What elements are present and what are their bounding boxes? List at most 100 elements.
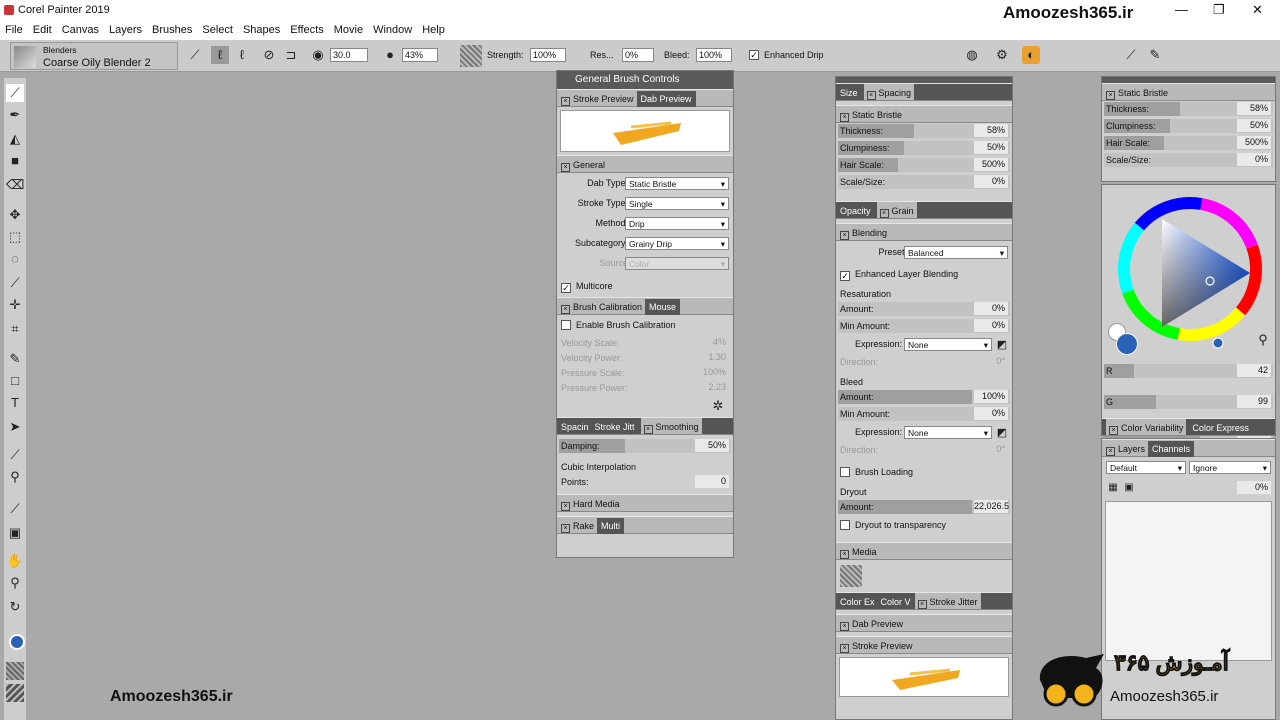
- red-slider[interactable]: R 42: [1102, 363, 1275, 378]
- enable-calibration-checkbox[interactable]: [561, 320, 571, 330]
- dryout-amount-slider[interactable]: Amount: 22,026.5: [836, 499, 1012, 516]
- preview-section-header[interactable]: × Stroke Preview Dab Preview: [557, 89, 733, 107]
- hair-scale-slider[interactable]: Hair Scale: 500%: [836, 157, 1012, 174]
- channels-tab[interactable]: Channels: [1148, 441, 1195, 457]
- stamp-color-icon[interactable]: ⚲: [1254, 331, 1272, 349]
- menu-edit[interactable]: Edit: [28, 22, 57, 36]
- maximize-button[interactable]: ❐: [1213, 2, 1225, 18]
- scale-size-value[interactable]: 0%: [974, 175, 1008, 188]
- clumpiness-value[interactable]: 50%: [974, 141, 1008, 154]
- damping-slider[interactable]: Damping: 50%: [557, 438, 733, 454]
- rectangle-icon[interactable]: ■: [6, 152, 24, 170]
- color-variability-tab[interactable]: Color V: [881, 597, 911, 607]
- menu-select[interactable]: Select: [197, 22, 238, 36]
- blend-mode-select[interactable]: Default: [1106, 461, 1186, 474]
- transform-icon[interactable]: ✛: [6, 296, 24, 314]
- hair-scale-value[interactable]: 500%: [1237, 136, 1271, 149]
- invert-icon[interactable]: ◩: [993, 336, 1011, 354]
- smoothing-section-header[interactable]: Spacin Stroke Jitt × Smoothing: [557, 417, 733, 435]
- bleed-amount-value[interactable]: 100%: [974, 390, 1008, 403]
- size-spacing-header[interactable]: Size × Spacing: [836, 83, 1012, 101]
- smoothing-tab[interactable]: × Smoothing: [640, 418, 702, 434]
- resat-amount-slider[interactable]: Amount: 0%: [836, 301, 1012, 318]
- menu-file[interactable]: File: [0, 22, 28, 36]
- color-expression-tab[interactable]: Color Express: [1192, 423, 1249, 433]
- grid-icon[interactable]: ▣: [6, 524, 24, 542]
- stamp-icon[interactable]: ⊐: [282, 46, 300, 64]
- rake-tab[interactable]: Rake: [573, 521, 594, 531]
- green-value[interactable]: 99: [1237, 395, 1271, 408]
- paint-bucket-icon[interactable]: ◭: [6, 130, 24, 148]
- damping-value[interactable]: 50%: [695, 439, 729, 452]
- close-icon[interactable]: ×: [1106, 91, 1115, 100]
- paper-swatch-icon[interactable]: [6, 662, 24, 680]
- grabber-icon[interactable]: ✋: [6, 552, 24, 570]
- dab-type-select[interactable]: Static Bristle: [625, 177, 729, 190]
- main-color-swatch[interactable]: [9, 634, 25, 650]
- multicore-checkbox[interactable]: ✓: [561, 283, 571, 293]
- bleed-min-value[interactable]: 0%: [974, 407, 1008, 420]
- static-bristle-header[interactable]: × Static Bristle: [836, 105, 1012, 123]
- spacing-tab[interactable]: Spacin: [561, 422, 589, 432]
- close-icon[interactable]: ×: [561, 502, 570, 511]
- panel-header[interactable]: General Brush Controls: [557, 71, 733, 89]
- close-icon[interactable]: ×: [917, 600, 927, 609]
- clumpiness-value[interactable]: 50%: [1237, 119, 1271, 132]
- color-variability-header[interactable]: × Color Variability Color Express: [1102, 418, 1275, 436]
- palette-icon[interactable]: ◍: [963, 46, 981, 64]
- close-icon[interactable]: ×: [840, 644, 849, 653]
- hair-scale-value[interactable]: 500%: [974, 158, 1008, 171]
- color-variability-tab[interactable]: × Color Variability: [1106, 419, 1187, 435]
- menu-canvas[interactable]: Canvas: [57, 22, 104, 36]
- close-button[interactable]: ✕: [1252, 2, 1263, 18]
- menu-help[interactable]: Help: [417, 22, 450, 36]
- lasso-icon[interactable]: ◌: [6, 250, 24, 268]
- close-icon[interactable]: ×: [840, 550, 849, 559]
- resat-amount-value[interactable]: 0%: [974, 302, 1008, 315]
- clumpiness-slider[interactable]: Clumpiness: 50%: [1102, 118, 1275, 135]
- size-field[interactable]: 30.0: [330, 48, 368, 62]
- points-value[interactable]: 0: [695, 475, 729, 488]
- clumpiness-slider[interactable]: Clumpiness: 50%: [836, 140, 1012, 157]
- layer-adjuster-icon[interactable]: ✥: [6, 206, 24, 224]
- shape-select-icon[interactable]: ➤: [6, 418, 24, 436]
- close-icon[interactable]: ×: [561, 524, 570, 533]
- brush-loading-checkbox[interactable]: [840, 467, 850, 477]
- text-icon[interactable]: T: [6, 394, 24, 412]
- size-tab[interactable]: Size: [840, 88, 858, 98]
- general-section-header[interactable]: × General: [557, 155, 733, 173]
- close-icon[interactable]: ×: [1106, 447, 1115, 456]
- rubber-stamp-icon[interactable]: ⚲: [6, 468, 24, 486]
- color-icon[interactable]: ◐: [1022, 46, 1040, 64]
- magnifier-icon[interactable]: ⚲: [6, 574, 24, 592]
- settings-icon[interactable]: ⚙: [993, 46, 1011, 64]
- subcategory-select[interactable]: Grainy Drip: [625, 237, 729, 250]
- grain-thumbnail-icon[interactable]: [460, 45, 482, 67]
- calibration-tab[interactable]: Brush Calibration: [573, 302, 642, 312]
- enhanced-drip-checkbox[interactable]: ✓: [749, 50, 759, 60]
- close-icon[interactable]: ×: [1109, 426, 1118, 435]
- close-icon[interactable]: ×: [866, 91, 876, 100]
- bleed-field[interactable]: 100%: [696, 48, 732, 62]
- minimize-button[interactable]: —: [1175, 2, 1188, 17]
- grain-tab[interactable]: × Grain: [876, 202, 917, 218]
- dab-preview-header[interactable]: × Dab Preview: [836, 614, 1012, 632]
- close-icon[interactable]: ×: [879, 209, 889, 218]
- eraser-icon[interactable]: ⌫: [6, 176, 24, 194]
- stroke-type-select[interactable]: Single: [625, 197, 729, 210]
- layers-header[interactable]: × Layers Channels: [1102, 439, 1275, 457]
- menu-effects[interactable]: Effects: [285, 22, 328, 36]
- color-tabs-header[interactable]: Color Ex Color V × Stroke Jitter: [836, 592, 1012, 610]
- scale-size-value[interactable]: 0%: [1237, 153, 1271, 166]
- layer-opacity-value[interactable]: 0%: [1237, 481, 1271, 494]
- bleed-min-slider[interactable]: Min Amount: 0%: [836, 406, 1012, 423]
- green-slider[interactable]: G 99: [1102, 394, 1275, 409]
- strength-field[interactable]: 100%: [530, 48, 566, 62]
- color-wheel[interactable]: [1110, 189, 1270, 354]
- scale-size-slider[interactable]: Scale/Size: 0%: [1102, 152, 1275, 169]
- opacity-grain-header[interactable]: Opacity × Grain: [836, 201, 1012, 219]
- enhanced-layer-checkbox[interactable]: ✓: [840, 271, 850, 281]
- multi-tab[interactable]: Multi: [597, 518, 625, 534]
- close-icon[interactable]: ×: [840, 231, 849, 240]
- stroke-jitter-tab[interactable]: Stroke Jitt: [595, 422, 635, 432]
